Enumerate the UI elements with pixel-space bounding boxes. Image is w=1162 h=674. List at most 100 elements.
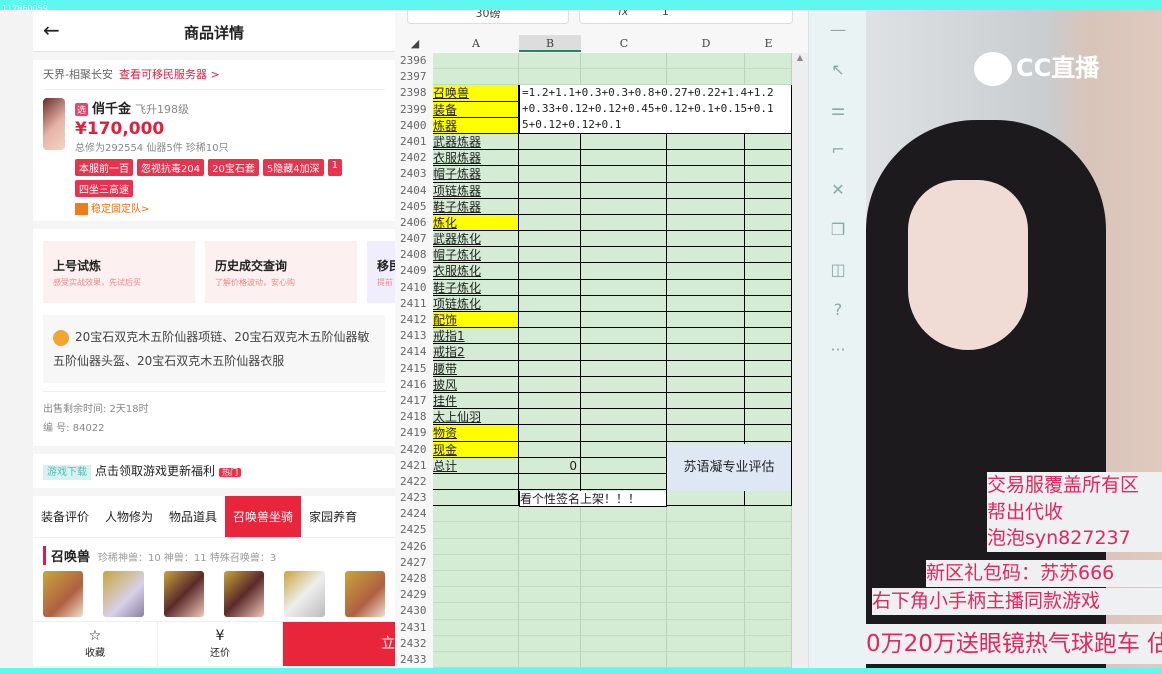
row-number[interactable]: 2412 [397, 312, 433, 328]
cell-e[interactable] [745, 409, 792, 426]
row-number[interactable]: 2432 [397, 636, 433, 652]
cell-d[interactable] [667, 490, 745, 507]
cell-a[interactable] [433, 635, 519, 652]
cell-a[interactable]: 装备 [433, 101, 519, 118]
cell-a[interactable] [433, 506, 519, 523]
cell-b[interactable] [519, 441, 581, 458]
cell-d[interactable] [667, 651, 745, 668]
cell-c[interactable] [581, 214, 667, 232]
cell-e[interactable] [745, 554, 792, 571]
row-number[interactable]: 2396 [397, 53, 433, 69]
cell-e[interactable] [745, 53, 792, 70]
cell-b[interactable] [519, 506, 581, 523]
cell-d[interactable] [667, 344, 745, 361]
cell-c[interactable] [581, 344, 667, 361]
pet-thumb[interactable] [103, 571, 144, 617]
service-trial[interactable]: 上号试炼 感受实战效果，先试后买 [43, 241, 195, 303]
cell-b[interactable] [519, 214, 581, 232]
col-header[interactable]: E [745, 35, 792, 52]
cell-editor[interactable]: =1.2+1.1+0.3+0.3+0.8+0.27+0.22+1.4+1.2 +… [519, 85, 791, 133]
cell-c[interactable] [581, 279, 667, 296]
row-number[interactable]: 2404 [397, 183, 433, 199]
row-number[interactable]: 2416 [397, 377, 433, 393]
cell-d[interactable] [667, 376, 745, 393]
row-number[interactable]: 2421 [397, 458, 433, 474]
cell-c[interactable] [581, 457, 667, 474]
cell-a[interactable]: 戒指1 [433, 328, 519, 345]
row-number[interactable]: 2398 [397, 85, 433, 101]
cell-a[interactable]: 召唤兽 [433, 85, 519, 102]
cell-b[interactable] [519, 360, 581, 377]
cell-e[interactable] [745, 571, 792, 588]
row-number[interactable]: 2414 [397, 344, 433, 360]
cell-c[interactable] [581, 603, 667, 620]
cell-e[interactable] [745, 376, 792, 393]
tab-pets[interactable]: 召唤兽坐骑 [225, 496, 302, 537]
cell-a[interactable]: 项链炼器 [433, 182, 519, 199]
cell-a[interactable]: 太上仙羽 [433, 409, 519, 426]
cell-e[interactable] [745, 506, 792, 523]
cell-d[interactable] [667, 603, 745, 620]
cell-c[interactable] [581, 231, 667, 248]
cell-e[interactable] [745, 198, 792, 215]
cell-b[interactable] [519, 182, 581, 199]
cell-e[interactable] [745, 344, 792, 361]
cell-c[interactable] [581, 312, 667, 329]
cell-e[interactable] [745, 587, 792, 604]
pet-thumb[interactable] [43, 571, 84, 617]
row-number[interactable]: 2430 [397, 603, 433, 619]
row-number[interactable]: 2426 [397, 539, 433, 555]
cell-d[interactable] [667, 409, 745, 426]
row-number[interactable]: 2427 [397, 555, 433, 571]
cell-d[interactable] [667, 295, 745, 312]
cell-c[interactable] [581, 425, 667, 442]
pet-thumb[interactable] [284, 571, 325, 617]
cell-e[interactable] [745, 522, 792, 539]
cell-grid[interactable]: 2396 2397 2398 召唤兽 2399 装备 2400 炼器 2401 武器炼器 2402 衣… [397, 53, 792, 668]
cell-c[interactable] [581, 328, 667, 345]
cell-c[interactable] [581, 538, 667, 555]
cell-a[interactable]: 项链炼化 [433, 295, 519, 312]
row-number[interactable]: 2399 [397, 102, 433, 118]
cell-a[interactable]: 帽子炼化 [433, 247, 519, 264]
cell-e[interactable] [745, 263, 792, 280]
cell-b[interactable] [519, 231, 581, 248]
row-number[interactable]: 2431 [397, 620, 433, 636]
cell-a[interactable] [433, 522, 519, 539]
row-number[interactable]: 2407 [397, 231, 433, 247]
cell-d[interactable] [667, 214, 745, 232]
tools-icon[interactable]: ✕ [809, 170, 867, 210]
cell-c[interactable] [581, 182, 667, 199]
more-icon[interactable]: ··· [809, 330, 867, 370]
cell-b[interactable] [519, 166, 581, 183]
row-number[interactable]: 2428 [397, 571, 433, 587]
cell-d[interactable] [667, 571, 745, 588]
cell-d[interactable] [667, 312, 745, 329]
col-header[interactable]: B [519, 35, 581, 52]
cell-c[interactable] [581, 53, 667, 70]
pet-thumb[interactable] [223, 571, 265, 617]
cell-e[interactable] [745, 360, 792, 377]
row-number[interactable]: 2409 [397, 263, 433, 279]
tab-equipment[interactable]: 装备评价 [33, 496, 97, 537]
tab-items[interactable]: 物品道具 [161, 496, 225, 537]
cell-e[interactable] [745, 328, 792, 345]
cursor-icon[interactable]: ↖ [809, 50, 867, 90]
cell-a[interactable]: 炼化 [433, 214, 519, 232]
row-number[interactable]: 2422 [397, 474, 433, 490]
cell-a[interactable] [433, 571, 519, 588]
cell-c[interactable] [581, 635, 667, 652]
row-number[interactable]: 2429 [397, 587, 433, 603]
row-number[interactable]: 2433 [397, 652, 433, 668]
cell-b[interactable] [519, 263, 581, 280]
cell-b[interactable] [519, 247, 581, 264]
cell-e[interactable] [745, 247, 792, 264]
cell-c[interactable] [581, 376, 667, 393]
cell-a[interactable]: 腰带 [433, 360, 519, 377]
cell-e[interactable] [745, 603, 792, 620]
cell-a[interactable] [433, 69, 519, 86]
cell-e[interactable] [745, 425, 792, 442]
cell-d[interactable] [667, 198, 745, 215]
cell-c[interactable] [581, 651, 667, 668]
download-banner[interactable]: 游戏下载 点击领取游戏更新福利 热门 [33, 454, 395, 488]
